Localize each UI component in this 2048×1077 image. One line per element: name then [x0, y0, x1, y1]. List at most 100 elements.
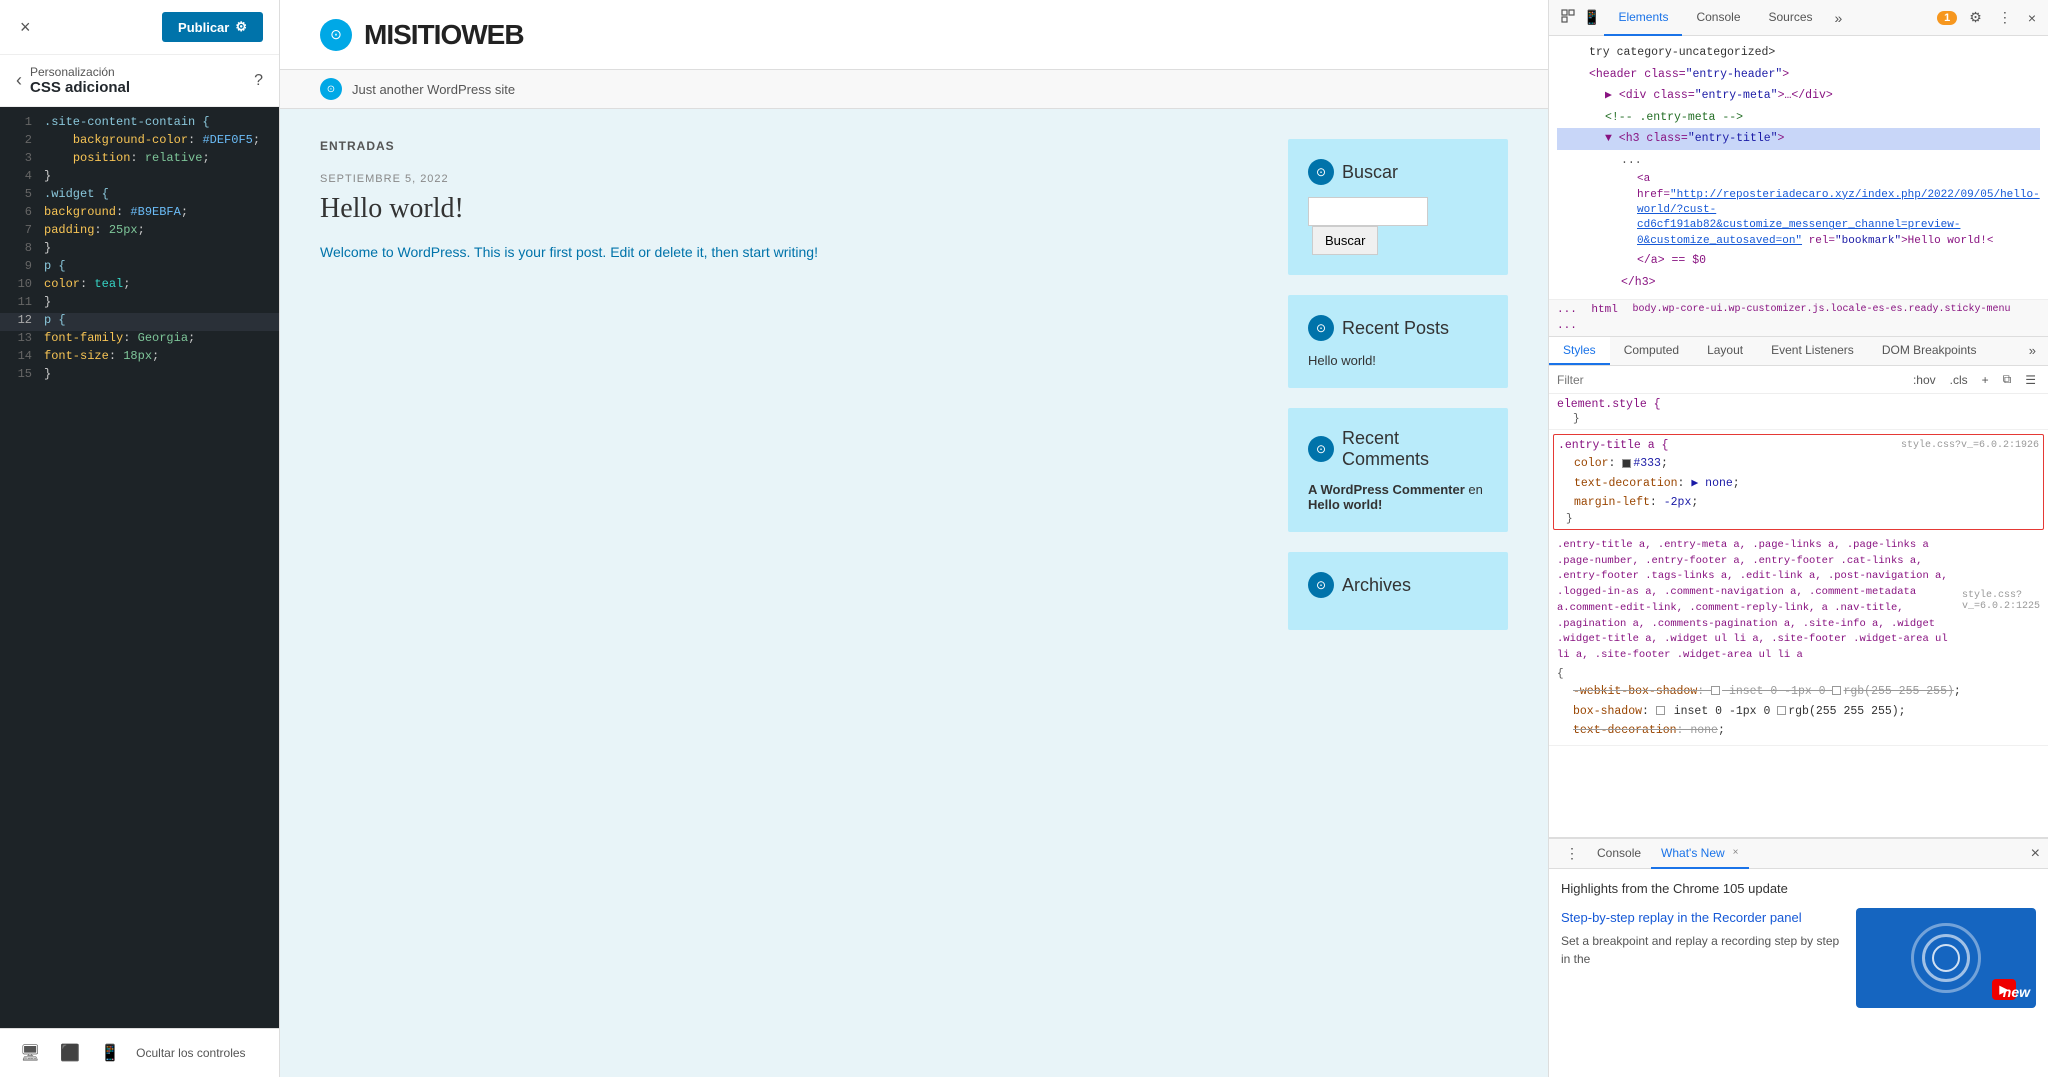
- recent-posts-icon: ⊙: [1308, 315, 1334, 341]
- breadcrumb-more[interactable]: ...: [1557, 320, 1577, 332]
- tab-dom-breakpoints[interactable]: DOM Breakpoints: [1868, 337, 1991, 365]
- color-swatch: [1622, 459, 1631, 468]
- settings-icon-button[interactable]: ⚙: [1965, 5, 1986, 30]
- code-line-7: 7padding: 25px;: [0, 223, 279, 241]
- whats-new-text: Step-by-step replay in the Recorder pane…: [1561, 908, 1844, 968]
- long-selector-block: .entry-title a, .entry-meta a, .page-lin…: [1549, 534, 2048, 746]
- cls-filter-button[interactable]: .cls: [1946, 371, 1972, 389]
- recent-comments-icon: ⊙: [1308, 436, 1334, 462]
- pseudo-filter-button[interactable]: :hov: [1909, 371, 1940, 389]
- whats-new-thumbnail: ▶ new: [1856, 908, 2036, 1008]
- html-line-4[interactable]: <!-- .entry-meta -->: [1557, 107, 2040, 129]
- html-line-5[interactable]: ▼ <h3 class="entry-title">: [1557, 128, 2040, 150]
- tab-sources[interactable]: Sources: [1755, 0, 1827, 36]
- wp-preview: ⊙ MISITIOWEB ⊙ Just another WordPress si…: [280, 0, 1548, 1077]
- search-widget-title: ⊙ Buscar: [1308, 159, 1488, 185]
- mobile-view-button[interactable]: 📱: [96, 1039, 124, 1067]
- tab-elements[interactable]: Elements: [1604, 0, 1682, 36]
- archives-icon: ⊙: [1308, 572, 1334, 598]
- tab-console[interactable]: Console: [1682, 0, 1754, 36]
- recent-comments-widget: ⊙ Recent Comments A WordPress Commenter …: [1288, 408, 1508, 532]
- bottom-menu-icon[interactable]: ⋮: [1557, 845, 1587, 862]
- breadcrumb-bar: ... html body.wp-core-ui.wp-customizer.j…: [1549, 300, 2048, 337]
- breadcrumb-html[interactable]: html: [1591, 304, 1617, 316]
- element-style-selector-line: element.style {: [1557, 398, 2040, 411]
- tab-styles[interactable]: Styles: [1549, 337, 1610, 365]
- comment-post-link[interactable]: Hello world!: [1308, 497, 1382, 512]
- css-editor[interactable]: 1.site-content-contain { 2 background-co…: [0, 107, 279, 1028]
- whats-new-desc: Set a breakpoint and replay a recording …: [1561, 932, 1844, 968]
- tab-event-listeners[interactable]: Event Listeners: [1757, 337, 1868, 365]
- html-line-8[interactable]: </a> == $0: [1557, 250, 2040, 272]
- post-title: Hello world!: [320, 193, 1248, 225]
- add-style-button[interactable]: +: [1978, 371, 1993, 389]
- long-selector-source: style.css?v_=6.0.2:1225: [1962, 590, 2040, 612]
- html-line-2[interactable]: <header class="entry-header">: [1557, 64, 2040, 86]
- whats-new-link[interactable]: Step-by-step replay in the Recorder pane…: [1561, 908, 1844, 928]
- desktop-view-button[interactable]: 🖥: [16, 1039, 44, 1067]
- box-shadow-swatch2: [1777, 706, 1786, 715]
- margin-left-prop: margin-left: -2px;: [1558, 493, 2039, 513]
- breadcrumb-body[interactable]: body.wp-core-ui.wp-customizer.js.locale-…: [1632, 304, 2010, 316]
- tab-computed[interactable]: Computed: [1610, 337, 1693, 365]
- html-line-7[interactable]: <a href="http://reposteriadecaro.xyz/ind…: [1557, 171, 2040, 250]
- element-style-block: element.style { }: [1549, 394, 2048, 430]
- tablet-view-button[interactable]: ⬛: [56, 1039, 84, 1067]
- footer-label: Ocultar los controles: [136, 1046, 245, 1060]
- recent-posts-title: ⊙ Recent Posts: [1308, 315, 1488, 341]
- customizer-section-title: Personalización CSS adicional: [30, 65, 130, 96]
- device-toolbar-button[interactable]: 📱: [1579, 5, 1604, 30]
- webkit-swatch2: [1832, 686, 1841, 695]
- element-style-closing: }: [1557, 413, 2040, 425]
- text-decoration-prop: text-decoration: ▶ none;: [1558, 474, 2039, 494]
- back-button[interactable]: ‹: [16, 70, 22, 91]
- html-line-1[interactable]: try category-uncategorized>: [1557, 42, 2040, 64]
- long-selector-line: .entry-title a, .entry-meta a, .page-lin…: [1557, 538, 2040, 664]
- breadcrumb-ellipsis[interactable]: ...: [1557, 304, 1577, 316]
- styles-tabs: Styles Computed Layout Event Listeners D…: [1549, 337, 2048, 366]
- html-line-6[interactable]: ...: [1557, 150, 2040, 172]
- archives-title: ⊙ Archives: [1308, 572, 1488, 598]
- more-options-button[interactable]: ⋮: [1994, 5, 2016, 30]
- search-form: Buscar: [1308, 197, 1488, 255]
- close-whats-new[interactable]: ×: [1733, 847, 1739, 858]
- help-button[interactable]: ?: [254, 72, 263, 90]
- archives-widget: ⊙ Archives: [1288, 552, 1508, 630]
- devtools-tab-icons: 1 ⚙ ⋮ ×: [1937, 5, 2040, 30]
- computed-sidebar-button[interactable]: ☰: [2021, 371, 2040, 389]
- long-selector-brace: {: [1557, 666, 2040, 682]
- html-line-3[interactable]: ▶ <div class="entry-meta">…</div>: [1557, 85, 2040, 107]
- long-selector: .entry-title a, .entry-meta a, .page-lin…: [1557, 538, 1962, 664]
- tab-layout[interactable]: Layout: [1693, 337, 1757, 365]
- tab-whats-new[interactable]: What's New ×: [1651, 839, 1748, 869]
- code-line-15: 15}: [0, 367, 279, 385]
- search-button[interactable]: Buscar: [1312, 226, 1378, 255]
- section-label: Personalización: [30, 65, 130, 79]
- section-name: CSS adicional: [30, 79, 130, 96]
- search-input[interactable]: [1308, 197, 1428, 226]
- html-line-9[interactable]: </h3>: [1557, 272, 2040, 294]
- recent-comments-title: ⊙ Recent Comments: [1308, 428, 1488, 470]
- more-styles-tabs[interactable]: »: [2017, 337, 2048, 365]
- close-devtools-button[interactable]: ×: [2024, 6, 2040, 30]
- close-bottom-panel-button[interactable]: ×: [2031, 845, 2040, 863]
- wp-content: ENTRADAS SEPTIEMBRE 5, 2022 Hello world!…: [280, 109, 1548, 680]
- search-widget-icon: ⊙: [1308, 159, 1334, 185]
- styles-filter-input[interactable]: [1557, 373, 1903, 387]
- tab-console-bottom[interactable]: Console: [1587, 839, 1651, 869]
- thumbnail-inner-circle: [1922, 934, 1970, 982]
- publish-button[interactable]: Publicar ⚙: [162, 12, 263, 42]
- more-tabs-button[interactable]: »: [1827, 10, 1851, 26]
- inspect-icon-button[interactable]: [1557, 5, 1579, 30]
- whats-new-heading: Highlights from the Chrome 105 update: [1561, 881, 2036, 896]
- tagline-icon: ⊙: [320, 78, 342, 100]
- recent-post-item[interactable]: Hello world!: [1308, 353, 1488, 368]
- html-tree: try category-uncategorized> <header clas…: [1549, 36, 2048, 300]
- whats-new-card: Step-by-step replay in the Recorder pane…: [1561, 908, 2036, 1008]
- copy-styles-button[interactable]: ⧉: [1999, 370, 2016, 389]
- gear-icon: ⚙: [235, 19, 247, 35]
- site-title: MISITIOWEB: [364, 19, 524, 51]
- close-button[interactable]: ×: [16, 13, 35, 42]
- code-line-6: 6background: #B9EBFA;: [0, 205, 279, 223]
- wp-header-bar: ⊙ MISITIOWEB: [280, 0, 1548, 70]
